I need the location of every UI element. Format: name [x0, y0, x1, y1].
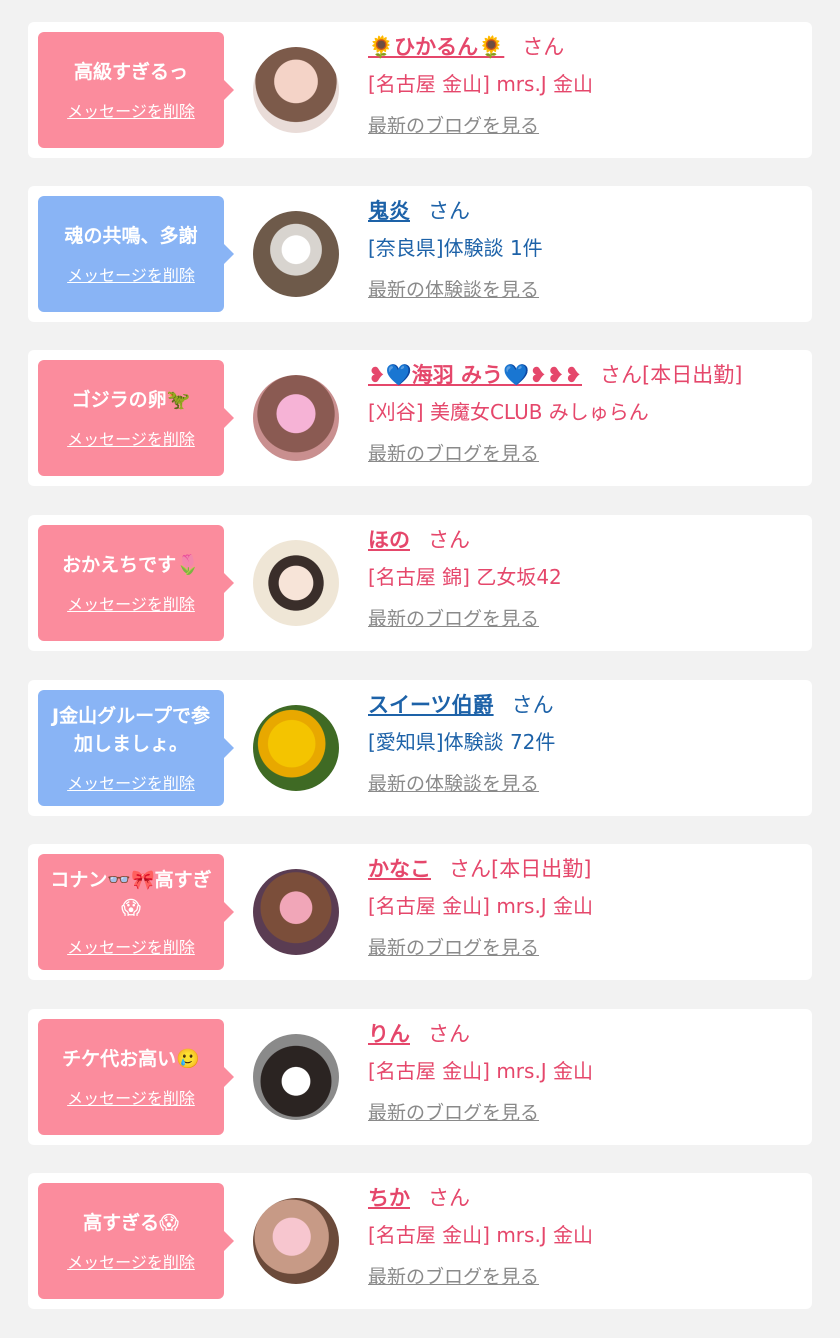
message-text: コナン👓🎀高すぎ😱 [50, 869, 212, 919]
message-card: ゴジラの卵🦖 メッセージを削除 ❥💙海羽 みう💙❥❥❥ さん[本日出勤] [刈谷]… [28, 350, 812, 486]
profile-name-link[interactable]: ちか [368, 1186, 410, 1210]
message-text: 高級すぎるっ [73, 61, 188, 83]
shop-info: [名古屋 金山] mrs.J 金山 [368, 1223, 594, 1247]
delete-message-link[interactable]: メッセージを削除 [67, 98, 195, 122]
profile-info: スイーツ伯爵 さん [愛知県]体験談 72件 最新の体験談を見る [368, 688, 802, 798]
avatar[interactable] [253, 1034, 339, 1120]
profile-name-link[interactable]: ❥💙海羽 みう💙❥❥❥ [368, 363, 582, 387]
honorific: さん[本日出勤] [600, 363, 743, 387]
avatar[interactable] [253, 869, 339, 955]
message-list: 高級すぎるっ メッセージを削除 🌻ひかるん🌻 さん [名古屋 金山] mrs.J … [0, 0, 840, 1338]
delete-message-link[interactable]: メッセージを削除 [67, 1249, 195, 1273]
message-text: ゴジラの卵🦖 [71, 389, 191, 411]
delete-message-link[interactable]: メッセージを削除 [67, 770, 195, 794]
message-card: チケ代お高い🥲 メッセージを削除 りん さん [名古屋 金山] mrs.J 金山 … [28, 1009, 812, 1145]
honorific: さん [428, 528, 470, 552]
avatar[interactable] [253, 375, 339, 461]
profile-name-link[interactable]: ほの [368, 528, 410, 552]
profile-info: ほの さん [名古屋 錦] 乙女坂42 最新のブログを見る [368, 523, 802, 633]
delete-message-link[interactable]: メッセージを削除 [67, 1085, 195, 1109]
profile-name-link[interactable]: りん [368, 1022, 410, 1046]
latest-post-link[interactable]: 最新のブログを見る [368, 432, 802, 468]
message-bubble: チケ代お高い🥲 メッセージを削除 [38, 1019, 234, 1135]
profile-name-link[interactable]: かなこ [368, 857, 431, 881]
honorific: さん [428, 1022, 470, 1046]
message-card: おかえちです🌷 メッセージを削除 ほの さん [名古屋 錦] 乙女坂42 最新のブ… [28, 515, 812, 651]
profile-info: かなこ さん[本日出勤] [名古屋 金山] mrs.J 金山 最新のブログを見る [368, 852, 802, 962]
message-bubble: J金山グループで参加しましょ。 メッセージを削除 [38, 690, 234, 806]
profile-info: ❥💙海羽 みう💙❥❥❥ さん[本日出勤] [刈谷] 美魔女CLUB みしゅらん 最… [368, 358, 802, 468]
message-card: 魂の共鳴、多謝 メッセージを削除 鬼炎 さん [奈良県]体験談 1件 最新の体験談… [28, 186, 812, 322]
honorific: さん [511, 693, 554, 717]
message-text: おかえちです🌷 [62, 554, 200, 576]
shop-info: [刈谷] 美魔女CLUB みしゅらん [368, 400, 649, 424]
profile-name-link[interactable]: 鬼炎 [368, 199, 410, 223]
delete-message-link[interactable]: メッセージを削除 [67, 262, 195, 286]
profile-name-link[interactable]: スイーツ伯爵 [368, 693, 494, 717]
message-card: コナン👓🎀高すぎ😱 メッセージを削除 かなこ さん[本日出勤] [名古屋 金山] … [28, 844, 812, 980]
message-bubble: 高級すぎるっ メッセージを削除 [38, 32, 234, 148]
message-bubble: 魂の共鳴、多謝 メッセージを削除 [38, 196, 234, 312]
latest-post-link[interactable]: 最新のブログを見る [368, 1091, 802, 1127]
honorific: さん[本日出勤] [449, 857, 592, 881]
message-card: 高すぎる😱 メッセージを削除 ちか さん [名古屋 金山] mrs.J 金山 最新… [28, 1173, 812, 1309]
message-text: チケ代お高い🥲 [62, 1048, 200, 1070]
avatar[interactable] [253, 47, 339, 133]
honorific: さん [522, 35, 565, 59]
profile-name-link[interactable]: 🌻ひかるん🌻 [368, 35, 504, 59]
review-count: [愛知県]体験談 72件 [368, 730, 556, 754]
shop-info: [名古屋 金山] mrs.J 金山 [368, 72, 594, 96]
avatar[interactable] [253, 211, 339, 297]
message-bubble: おかえちです🌷 メッセージを削除 [38, 525, 234, 641]
message-bubble: ゴジラの卵🦖 メッセージを削除 [38, 360, 234, 476]
profile-info: りん さん [名古屋 金山] mrs.J 金山 最新のブログを見る [368, 1017, 802, 1127]
honorific: さん [428, 199, 470, 223]
shop-info: [名古屋 錦] 乙女坂42 [368, 565, 562, 589]
latest-post-link[interactable]: 最新のブログを見る [368, 597, 802, 633]
latest-post-link[interactable]: 最新のブログを見る [368, 104, 802, 140]
delete-message-link[interactable]: メッセージを削除 [67, 934, 195, 958]
message-bubble: 高すぎる😱 メッセージを削除 [38, 1183, 234, 1299]
latest-post-link[interactable]: 最新のブログを見る [368, 926, 802, 962]
honorific: さん [428, 1186, 470, 1210]
message-bubble: コナン👓🎀高すぎ😱 メッセージを削除 [38, 854, 234, 970]
latest-review-link[interactable]: 最新の体験談を見る [368, 762, 802, 798]
avatar[interactable] [253, 1198, 339, 1284]
profile-info: 🌻ひかるん🌻 さん [名古屋 金山] mrs.J 金山 最新のブログを見る [368, 30, 802, 140]
review-count: [奈良県]体験談 1件 [368, 236, 543, 260]
delete-message-link[interactable]: メッセージを削除 [67, 426, 195, 450]
delete-message-link[interactable]: メッセージを削除 [67, 591, 195, 615]
message-text: 高すぎる😱 [83, 1212, 179, 1234]
message-card: 高級すぎるっ メッセージを削除 🌻ひかるん🌻 さん [名古屋 金山] mrs.J … [28, 22, 812, 158]
profile-info: 鬼炎 さん [奈良県]体験談 1件 最新の体験談を見る [368, 194, 802, 304]
latest-review-link[interactable]: 最新の体験談を見る [368, 268, 802, 304]
message-text: 魂の共鳴、多謝 [64, 225, 198, 247]
message-card: J金山グループで参加しましょ。 メッセージを削除 スイーツ伯爵 さん [愛知県]体… [28, 680, 812, 816]
avatar[interactable] [253, 540, 339, 626]
shop-info: [名古屋 金山] mrs.J 金山 [368, 1059, 594, 1083]
message-text: J金山グループで参加しましょ。 [52, 705, 210, 755]
profile-info: ちか さん [名古屋 金山] mrs.J 金山 最新のブログを見る [368, 1181, 802, 1291]
avatar[interactable] [253, 705, 339, 791]
shop-info: [名古屋 金山] mrs.J 金山 [368, 894, 594, 918]
latest-post-link[interactable]: 最新のブログを見る [368, 1255, 802, 1291]
